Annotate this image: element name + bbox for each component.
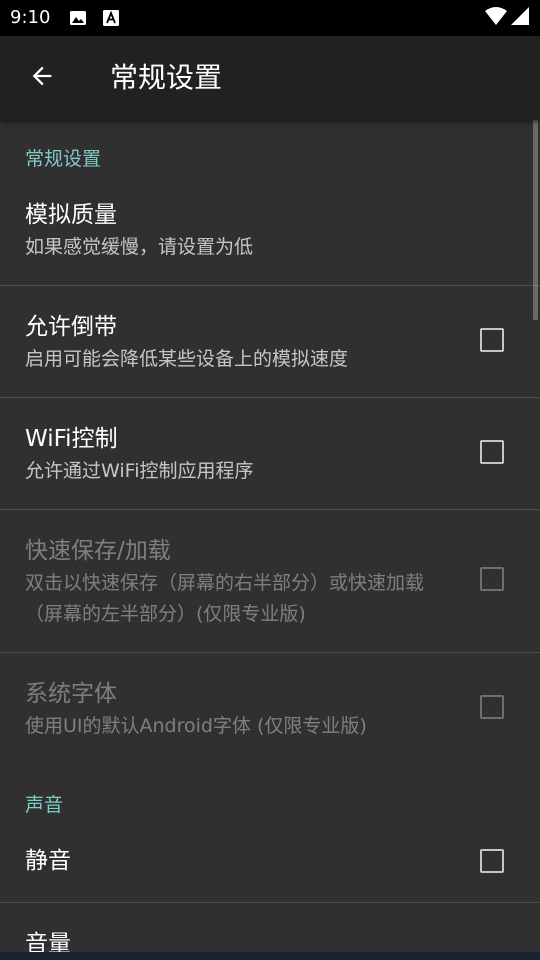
section-header-sound: 声音 — [25, 794, 64, 816]
preference-list[interactable]: 常规设置 模拟质量 如果感觉缓慢，请设置为低 允许倒带 启用可能会降低某些设备上… — [0, 120, 540, 952]
pref-system-font: 系统字体 使用UI的默认Android字体 (仅限专业版) — [0, 653, 540, 763]
arrow-left-icon — [28, 62, 56, 94]
pref-title: 允许倒带 — [25, 314, 117, 340]
pref-title: 快速保存/加载 — [25, 538, 171, 564]
pref-volume[interactable]: 音量 — [0, 903, 540, 952]
pref-title: 模拟质量 — [25, 202, 117, 228]
pref-emulation-quality[interactable]: 模拟质量 如果感觉缓慢，请设置为低 — [0, 180, 540, 285]
checkbox-mute[interactable] — [480, 849, 504, 873]
pref-summary: 双击以快速保存（屏幕的右半部分）或快速加载（屏幕的左半部分）(仅限专业版) — [25, 572, 425, 625]
pref-quick-save-load: 快速保存/加载 双击以快速保存（屏幕的右半部分）或快速加载（屏幕的左半部分）(仅… — [0, 510, 540, 652]
scrollbar[interactable] — [533, 120, 538, 320]
checkbox-wifi-control[interactable] — [480, 440, 504, 464]
checkbox-allow-rewind[interactable] — [480, 328, 504, 352]
wifi-icon — [484, 6, 508, 30]
pref-title: WiFi控制 — [25, 426, 118, 452]
text-a-icon — [102, 9, 120, 27]
pref-summary: 允许通过WiFi控制应用程序 — [25, 460, 254, 482]
back-button[interactable] — [18, 54, 66, 102]
pref-title: 音量 — [25, 931, 71, 952]
pref-title: 静音 — [25, 848, 71, 874]
pref-summary: 启用可能会降低某些设备上的模拟速度 — [25, 348, 349, 370]
pref-mute[interactable]: 静音 — [0, 825, 540, 902]
status-bar: 9:10 — [0, 0, 540, 36]
image-icon — [69, 9, 87, 27]
section-header-general: 常规设置 — [25, 148, 102, 170]
checkbox-quick-save-load — [480, 567, 504, 591]
screen: 9:10 常规设置 常规设置 模拟质量 如果感觉缓慢，请设置为低 允许倒带 启用… — [0, 0, 540, 960]
status-system-icons — [484, 6, 530, 30]
page-title: 常规设置 — [110, 61, 223, 94]
signal-icon — [510, 6, 530, 30]
navigation-bar — [0, 952, 540, 960]
pref-summary: 使用UI的默认Android字体 (仅限专业版) — [25, 715, 367, 737]
pref-title: 系统字体 — [25, 681, 117, 707]
pref-summary: 如果感觉缓慢，请设置为低 — [25, 236, 254, 258]
pref-wifi-control[interactable]: WiFi控制 允许通过WiFi控制应用程序 — [0, 398, 540, 509]
checkbox-system-font — [480, 695, 504, 719]
pref-allow-rewind[interactable]: 允许倒带 启用可能会降低某些设备上的模拟速度 — [0, 286, 540, 397]
status-time: 9:10 — [10, 7, 51, 28]
app-bar: 常规设置 — [0, 36, 540, 120]
